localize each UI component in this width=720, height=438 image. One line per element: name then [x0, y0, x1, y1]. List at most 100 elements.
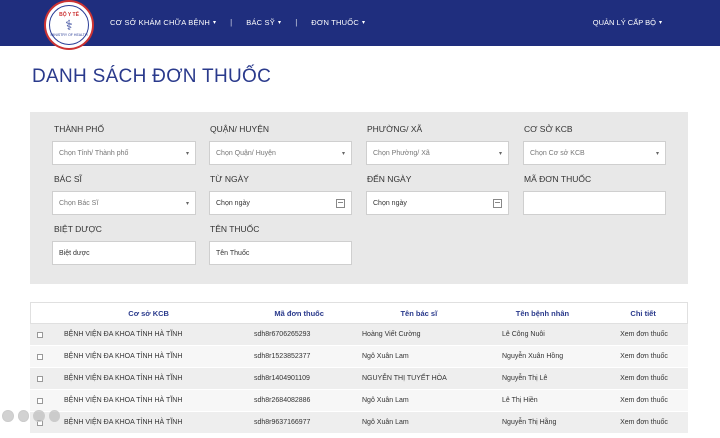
table-row[interactable]: BỆNH VIỆN ĐA KHOA TỈNH HÀ TĨNH sdh8r1523…: [30, 346, 688, 368]
table-row[interactable]: BỆNH VIỆN ĐA KHOA TỈNH HÀ TĨNH sdh8r6706…: [30, 324, 688, 346]
doctor-select-value: Chọn Bác Sĩ: [59, 199, 99, 207]
cell-code: sdh8r1523852377: [254, 353, 311, 360]
nav-label: BÁC SỸ: [246, 18, 275, 27]
prev-icon[interactable]: [2, 410, 14, 422]
drug-label: TÊN THUỐC: [210, 224, 260, 234]
chevron-down-icon: ▾: [341, 150, 345, 157]
calendar-icon[interactable]: [336, 198, 345, 208]
nav-divider: |: [295, 18, 298, 27]
row-checkbox[interactable]: [37, 375, 43, 382]
table-header: Cơ sở KCB Mã đơn thuốc Tên bác sĩ Tên bệ…: [30, 302, 688, 324]
facility-select[interactable]: Chọn Cơ sở KCB ▾: [523, 141, 666, 165]
cell-facility: BỆNH VIỆN ĐA KHOA TỈNH HÀ TĨNH: [64, 331, 183, 338]
table-row[interactable]: BỆNH VIỆN ĐA KHOA TỈNH HÀ TĨNH sdh8r2684…: [30, 390, 688, 412]
ministry-logo[interactable]: BỘ Y TẾ ⚕ MINISTRY OF HEALTH: [44, 0, 94, 50]
cell-doctor: Hoàng Viết Cường: [362, 331, 421, 338]
ward-label: PHƯỜNG/ XÃ: [367, 124, 423, 134]
settings-icon[interactable]: [48, 410, 60, 422]
brand-input[interactable]: Biệt dược: [52, 241, 196, 265]
col-detail: Chi tiết: [630, 308, 656, 318]
cell-code: sdh8r6706265293: [254, 331, 311, 338]
district-select-value: Chọn Quận/ Huyện: [216, 149, 276, 157]
cell-code: sdh8r2684082886: [254, 397, 311, 404]
view-prescription-link[interactable]: Xem đơn thuốc: [600, 375, 688, 382]
district-label: QUẬN/ HUYỆN: [210, 124, 270, 134]
table-row[interactable]: BỆNH VIỆN ĐA KHOA TỈNH HÀ TĨNH sdh8r1404…: [30, 368, 688, 390]
chevron-down-icon: ▾: [498, 150, 502, 157]
to-date-label: ĐẾN NGÀY: [367, 174, 412, 184]
brand-label: BIỆT DƯỢC: [54, 224, 102, 234]
top-navbar: BỘ Y TẾ ⚕ MINISTRY OF HEALTH CƠ SỞ KHÁM …: [0, 0, 720, 50]
chevron-down-icon: ▾: [277, 20, 282, 26]
prescription-table: Cơ sở KCB Mã đơn thuốc Tên bác sĩ Tên bệ…: [30, 302, 688, 434]
ward-select[interactable]: Chọn Phường/ Xã ▾: [366, 141, 509, 165]
filter-panel: THÀNH PHỐ Chọn Tỉnh/ Thành phố ▾ QUẬN/ H…: [30, 112, 688, 284]
chevron-down-icon: ▾: [185, 200, 189, 207]
cell-code: sdh8r1404901109: [254, 375, 310, 382]
cell-patient: Lê Công Nuôi: [502, 331, 545, 338]
viewer-toolbar: [0, 410, 60, 426]
cell-facility: BỆNH VIỆN ĐA KHOA TỈNH HÀ TĨNH: [64, 375, 183, 382]
expand-icon[interactable]: [17, 410, 29, 422]
user-menu[interactable]: QUẢN LÝ CẤP BỘ ▾: [593, 18, 662, 27]
cell-doctor: Ngô Xuân Lam: [362, 353, 409, 360]
cell-doctor: NGUYỄN THỊ TUYẾT HÒA: [362, 375, 447, 382]
nav-item-prescriptions[interactable]: ĐƠN THUỐC ▾: [311, 18, 365, 27]
chevron-down-icon: ▾: [361, 20, 366, 26]
cell-patient: Nguyễn Thị Lê: [502, 375, 548, 382]
code-label: MÃ ĐƠN THUỐC: [524, 174, 592, 184]
to-date-input[interactable]: Chọn ngày: [366, 191, 509, 215]
chevron-down-icon: ▾: [185, 150, 189, 157]
col-facility[interactable]: Cơ sở KCB: [51, 309, 246, 318]
cell-doctor: Ngô Xuân Lam: [362, 397, 409, 404]
cell-facility: BỆNH VIỆN ĐA KHOA TỈNH HÀ TĨNH: [64, 419, 183, 426]
city-select[interactable]: Chọn Tỉnh/ Thành phố ▾: [52, 141, 196, 165]
row-checkbox[interactable]: [37, 331, 43, 338]
cell-code: sdh8r9637166977: [254, 419, 311, 426]
facility-select-value: Chọn Cơ sở KCB: [530, 149, 585, 157]
view-prescription-link[interactable]: Xem đơn thuốc: [600, 353, 688, 360]
table-row[interactable]: BỆNH VIỆN ĐA KHOA TỈNH HÀ TĨNH sdh8r9637…: [30, 412, 688, 434]
nav-label: ĐƠN THUỐC: [311, 18, 359, 27]
from-date-value: Chọn ngày: [216, 199, 250, 207]
district-select[interactable]: Chọn Quận/ Huyện ▾: [209, 141, 352, 165]
to-date-value: Chọn ngày: [373, 199, 407, 207]
page-title: DANH SÁCH ĐƠN THUỐC: [32, 66, 272, 87]
col-code[interactable]: Mã đơn thuốc: [246, 309, 352, 318]
city-select-value: Chọn Tỉnh/ Thành phố: [59, 149, 129, 157]
ward-select-value: Chọn Phường/ Xã: [373, 149, 430, 157]
doctor-select[interactable]: Chọn Bác Sĩ ▾: [52, 191, 196, 215]
cell-patient: Lê Thị Hiền: [502, 397, 538, 404]
from-date-label: TỪ NGÀY: [210, 174, 249, 184]
chevron-down-icon: ▾: [655, 150, 659, 157]
drug-input-value: Tên Thuốc: [216, 249, 250, 257]
chevron-down-icon: ▾: [658, 20, 662, 26]
facility-label: CƠ SỞ KCB: [524, 124, 573, 134]
city-label: THÀNH PHỐ: [54, 124, 105, 134]
row-checkbox[interactable]: [37, 353, 43, 360]
view-prescription-link[interactable]: Xem đơn thuốc: [600, 331, 688, 338]
cell-patient: Nguyễn Xuân Hồng: [502, 353, 564, 360]
brand-input-value: Biệt dược: [59, 249, 90, 257]
view-prescription-link[interactable]: Xem đơn thuốc: [600, 397, 688, 404]
nav-item-facilities[interactable]: CƠ SỞ KHÁM CHỮA BỆNH ▾: [110, 18, 216, 27]
nav-label: CƠ SỞ KHÁM CHỮA BỆNH: [110, 18, 210, 27]
share-icon[interactable]: [33, 410, 45, 422]
cell-patient: Nguyễn Thị Hằng: [502, 419, 557, 426]
cell-facility: BỆNH VIỆN ĐA KHOA TỈNH HÀ TĨNH: [64, 397, 183, 404]
code-input[interactable]: [523, 191, 666, 215]
cell-facility: BỆNH VIỆN ĐA KHOA TỈNH HÀ TĨNH: [64, 353, 183, 360]
view-prescription-link[interactable]: Xem đơn thuốc: [600, 419, 688, 426]
col-patient[interactable]: Tên bệnh nhân: [486, 309, 600, 318]
row-checkbox[interactable]: [37, 397, 43, 404]
cell-doctor: Ngô Xuân Lam: [362, 419, 409, 426]
nav-item-doctors[interactable]: BÁC SỸ ▾: [246, 18, 281, 27]
col-doctor[interactable]: Tên bác sĩ: [352, 309, 486, 318]
drug-input[interactable]: Tên Thuốc: [209, 241, 352, 265]
calendar-icon[interactable]: [493, 198, 502, 208]
caduceus-icon: BỘ Y TẾ ⚕ MINISTRY OF HEALTH: [49, 5, 89, 45]
doctor-label: BÁC SĨ: [54, 174, 82, 184]
from-date-input[interactable]: Chọn ngày: [209, 191, 352, 215]
nav-divider: |: [230, 18, 233, 27]
user-menu-label: QUẢN LÝ CẤP BỘ: [592, 18, 656, 27]
